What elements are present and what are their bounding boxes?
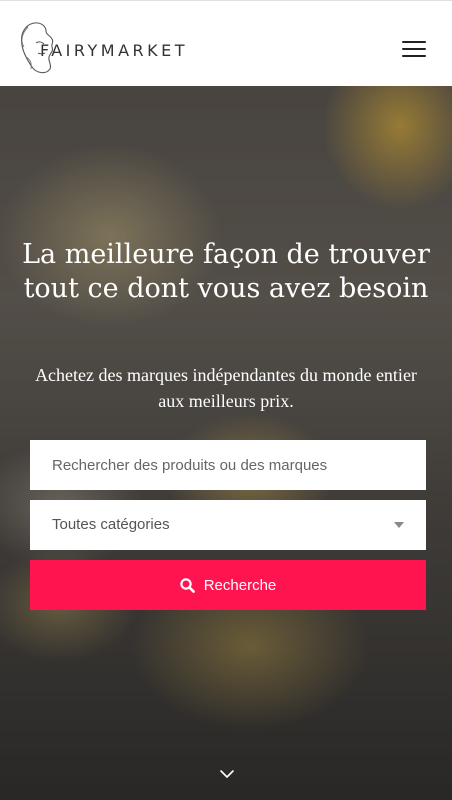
chevron-down-icon[interactable] <box>219 768 235 780</box>
hero-section: La meilleure façon de trouver tout ce do… <box>0 86 452 800</box>
hamburger-menu-button[interactable] <box>402 41 426 59</box>
caret-down-icon <box>394 522 404 528</box>
hero-subline: Achetez des marques indépendantes du mon… <box>35 365 417 411</box>
menu-bar <box>402 55 426 57</box>
menu-bar <box>402 41 426 43</box>
search-icon <box>180 577 195 593</box>
search-button[interactable]: Recherche <box>30 560 426 610</box>
category-select[interactable]: Toutes catégories <box>30 500 426 550</box>
category-select-value: Toutes catégories <box>52 516 170 533</box>
hero-headline: La meilleure façon de trouver tout ce do… <box>22 239 430 304</box>
search-input[interactable] <box>30 440 426 490</box>
search-button-label: Recherche <box>203 576 277 594</box>
menu-bar <box>402 48 426 50</box>
logo[interactable]: FAIRYMARKET <box>16 17 216 77</box>
brand-name: FAIRYMARKET <box>40 41 189 60</box>
site-header: FAIRYMARKET <box>0 0 452 86</box>
